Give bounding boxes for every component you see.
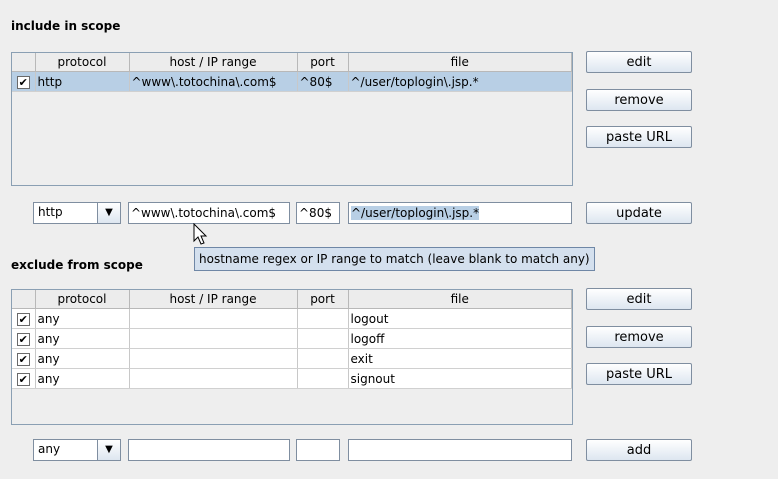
exclude-paste-url-button[interactable]: paste URL: [586, 363, 692, 385]
exclude-file-field[interactable]: [348, 439, 572, 461]
exclude-table[interactable]: protocol host / IP range port file ✔ any…: [11, 289, 573, 425]
header-checkbox-column: [12, 53, 36, 72]
header-protocol[interactable]: protocol: [35, 53, 130, 72]
chevron-down-icon[interactable]: ▼: [97, 440, 120, 460]
include-edit-button[interactable]: edit: [586, 51, 692, 73]
include-table[interactable]: protocol host / IP range port file ✔ htt…: [11, 52, 573, 186]
include-host-field[interactable]: ^www\.totochina\.com$: [128, 202, 290, 224]
table-row[interactable]: ✔ any logoff: [12, 328, 572, 349]
header-checkbox-column: [12, 290, 36, 309]
header-host[interactable]: host / IP range: [129, 53, 298, 72]
cell-host: [129, 368, 298, 389]
exclude-port-field[interactable]: [296, 439, 340, 461]
exclude-add-button[interactable]: add: [586, 439, 692, 461]
include-port-field[interactable]: ^80$: [296, 202, 340, 224]
mouse-pointer-icon: [193, 223, 208, 245]
header-file[interactable]: file: [348, 53, 572, 72]
cell-port: [297, 368, 349, 389]
cell-host: [129, 348, 298, 369]
cell-port: [297, 348, 349, 369]
cell-file: logoff: [348, 328, 572, 349]
cell-file: ^/user/toplogin\.jsp.*: [348, 71, 572, 92]
cell-protocol: any: [35, 308, 130, 329]
include-protocol-value: http: [38, 205, 63, 219]
exclude-remove-button[interactable]: remove: [586, 326, 692, 348]
exclude-protocol-value: any: [38, 442, 61, 456]
cell-port: [297, 308, 349, 329]
cell-port: ^80$: [297, 71, 349, 92]
cell-port: [297, 328, 349, 349]
cell-protocol: any: [35, 368, 130, 389]
include-protocol-select[interactable]: http ▼: [33, 202, 121, 224]
include-file-field[interactable]: ^/user/toplogin\.jsp.*: [348, 202, 572, 224]
row-checkbox[interactable]: ✔: [16, 352, 30, 366]
exclude-protocol-select[interactable]: any ▼: [33, 439, 121, 461]
header-host[interactable]: host / IP range: [129, 290, 298, 309]
cell-file: logout: [348, 308, 572, 329]
include-paste-url-button[interactable]: paste URL: [586, 126, 692, 148]
include-update-button[interactable]: update: [586, 202, 692, 224]
cell-host: [129, 328, 298, 349]
row-checkbox[interactable]: ✔: [16, 312, 30, 326]
header-port[interactable]: port: [297, 53, 349, 72]
cell-host: [129, 308, 298, 329]
cell-protocol: http: [35, 71, 130, 92]
include-section-title: include in scope: [11, 19, 121, 33]
table-row[interactable]: ✔ any signout: [12, 368, 572, 389]
cell-protocol: any: [35, 348, 130, 369]
row-checkbox[interactable]: ✔: [16, 372, 30, 386]
row-checkbox[interactable]: ✔: [16, 332, 30, 346]
header-file[interactable]: file: [348, 290, 572, 309]
host-field-tooltip: hostname regex or IP range to match (lea…: [194, 247, 595, 271]
table-row[interactable]: ✔ http ^www\.totochina\.com$ ^80$ ^/user…: [12, 71, 572, 92]
exclude-edit-button[interactable]: edit: [586, 288, 692, 310]
chevron-down-icon[interactable]: ▼: [97, 203, 120, 223]
cell-file: exit: [348, 348, 572, 369]
exclude-host-field[interactable]: [128, 439, 290, 461]
row-checkbox[interactable]: ✔: [16, 75, 30, 89]
table-row[interactable]: ✔ any logout: [12, 308, 572, 329]
cell-host: ^www\.totochina\.com$: [129, 71, 298, 92]
include-remove-button[interactable]: remove: [586, 89, 692, 111]
header-protocol[interactable]: protocol: [35, 290, 130, 309]
cell-file: signout: [348, 368, 572, 389]
cell-protocol: any: [35, 328, 130, 349]
table-row[interactable]: ✔ any exit: [12, 348, 572, 369]
include-file-selected-text: ^/user/toplogin\.jsp.*: [351, 206, 480, 220]
exclude-section-title: exclude from scope: [11, 258, 143, 272]
header-port[interactable]: port: [297, 290, 349, 309]
